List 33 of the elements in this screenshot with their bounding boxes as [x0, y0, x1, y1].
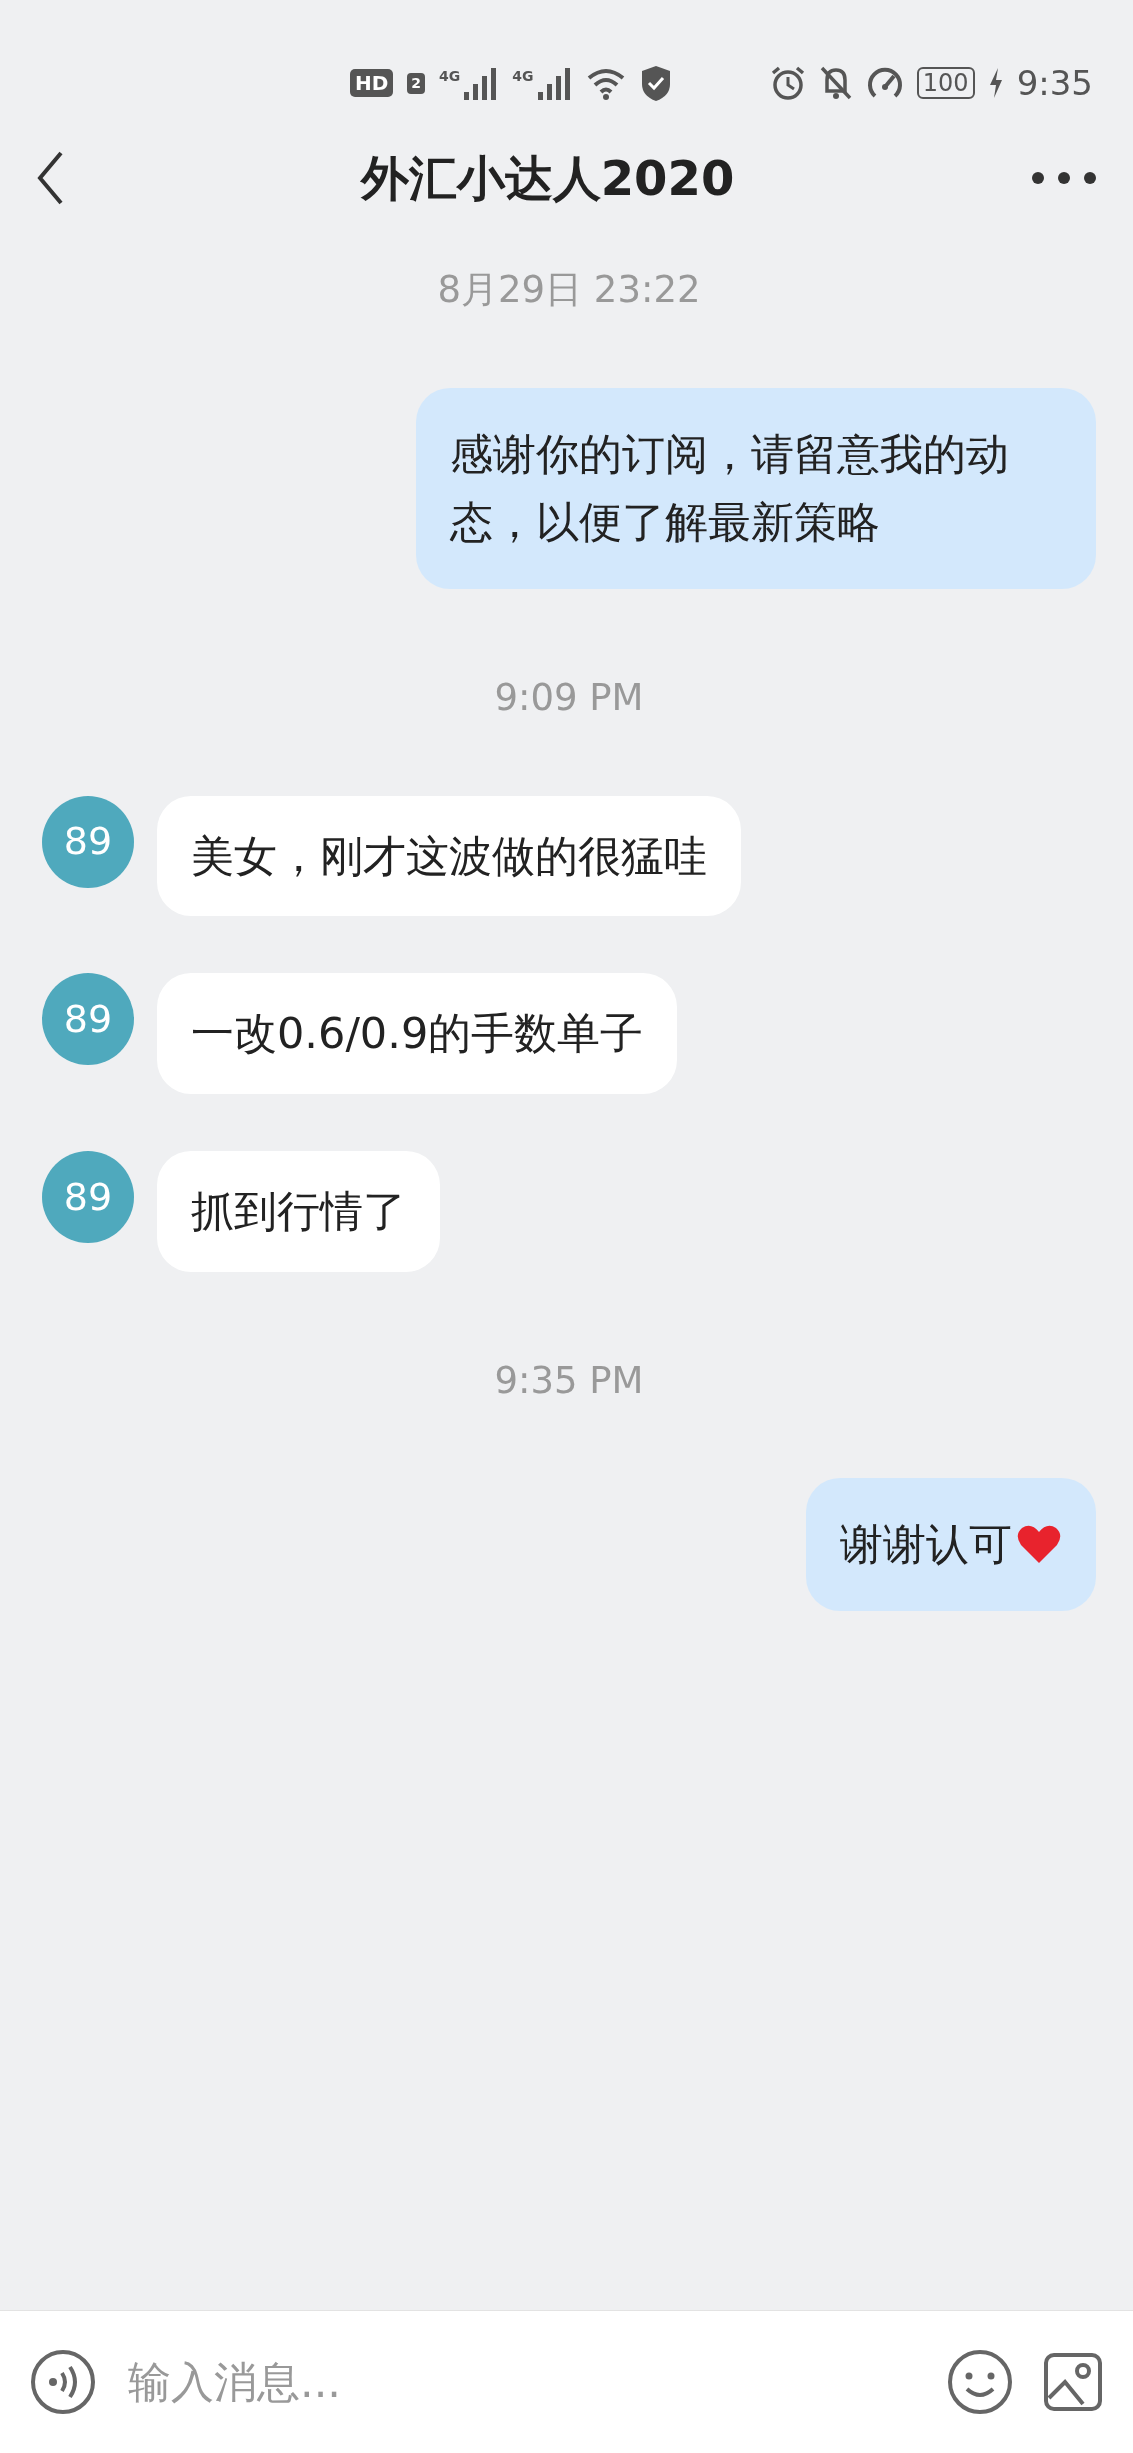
message-timestamp: 9:35 PM: [494, 1358, 644, 1404]
wifi-icon: [585, 66, 626, 100]
received-message-bubble: 美女，刚才这波做的很猛哇: [157, 795, 741, 917]
message-input[interactable]: 输入消息...: [126, 2348, 917, 2416]
sent-message-bubble: 感谢你的订阅，请留意我的动态，以便了解最新策略: [416, 387, 1096, 590]
received-message-bubble: 抓到行情了: [157, 1151, 440, 1272]
message-composer[interactable]: 输入消息...: [0, 2310, 1133, 2453]
gauge-icon: [866, 67, 903, 99]
alarm-icon: [770, 66, 805, 100]
received-message-bubble: 一改0.6/0.9的手数单子: [157, 973, 678, 1095]
battery-level: 100: [916, 66, 975, 100]
hd-badge: HD: [350, 69, 394, 97]
voice-icon[interactable]: [30, 2349, 96, 2415]
signal-icon: [535, 66, 572, 100]
more-icon[interactable]: [1031, 171, 1097, 185]
sent-message-bubble: 谢谢认可: [806, 1478, 1096, 1612]
back-icon[interactable]: [36, 150, 64, 206]
network-label: 4G: [512, 67, 534, 86]
avatar: 89: [42, 795, 134, 888]
signal-icon: [462, 66, 499, 100]
network-label: 4G: [439, 67, 461, 86]
image-icon[interactable]: [1043, 2352, 1103, 2412]
status-time: 9:35: [1016, 61, 1093, 105]
charging-icon: [988, 68, 1003, 98]
shield-icon: [639, 64, 672, 102]
avatar: 89: [42, 973, 134, 1066]
chat-title: 外汇小达人2020: [360, 149, 735, 208]
avatar: 89: [42, 1151, 134, 1244]
message-timestamp: 9:09 PM: [494, 675, 644, 722]
sim-badge: 2: [407, 72, 426, 94]
emoji-icon[interactable]: [947, 2349, 1013, 2415]
message-timestamp: 8月29日 23:22: [437, 267, 701, 313]
muted-bell-icon: [818, 65, 853, 101]
